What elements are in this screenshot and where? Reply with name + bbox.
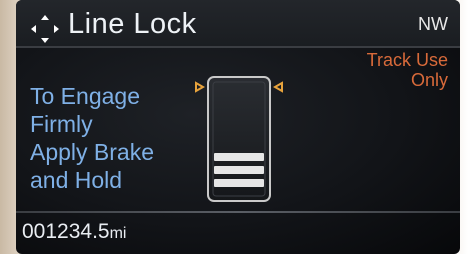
brake-pedal-icon bbox=[195, 76, 283, 202]
engage-instruction: To Engage Firmly Apply Brake and Hold bbox=[30, 82, 200, 194]
divider bbox=[16, 211, 460, 213]
cluster-display: Line Lock NW Track Use Only To Engage Fi… bbox=[16, 0, 460, 254]
instruction-line-3: Apply Brake bbox=[30, 139, 155, 165]
right-indicator-icon bbox=[272, 81, 283, 93]
track-use-line-2: Only bbox=[410, 70, 448, 90]
track-use-notice: Track Use Only bbox=[328, 50, 448, 90]
instruction-line-4: and Hold bbox=[30, 167, 123, 193]
track-use-line-1: Track Use bbox=[366, 50, 448, 70]
odometer-value: 001234.5 bbox=[22, 220, 110, 243]
compass-heading: NW bbox=[418, 14, 448, 34]
odometer: 001234.5mi bbox=[22, 220, 126, 244]
left-indicator-icon bbox=[195, 81, 206, 93]
instruction-line-2: Firmly bbox=[30, 111, 93, 137]
instruction-line-1: To Engage bbox=[30, 83, 140, 109]
odometer-unit: mi bbox=[109, 225, 127, 242]
four-way-arrows-icon[interactable] bbox=[30, 14, 60, 44]
page-title: Line Lock bbox=[68, 8, 197, 40]
